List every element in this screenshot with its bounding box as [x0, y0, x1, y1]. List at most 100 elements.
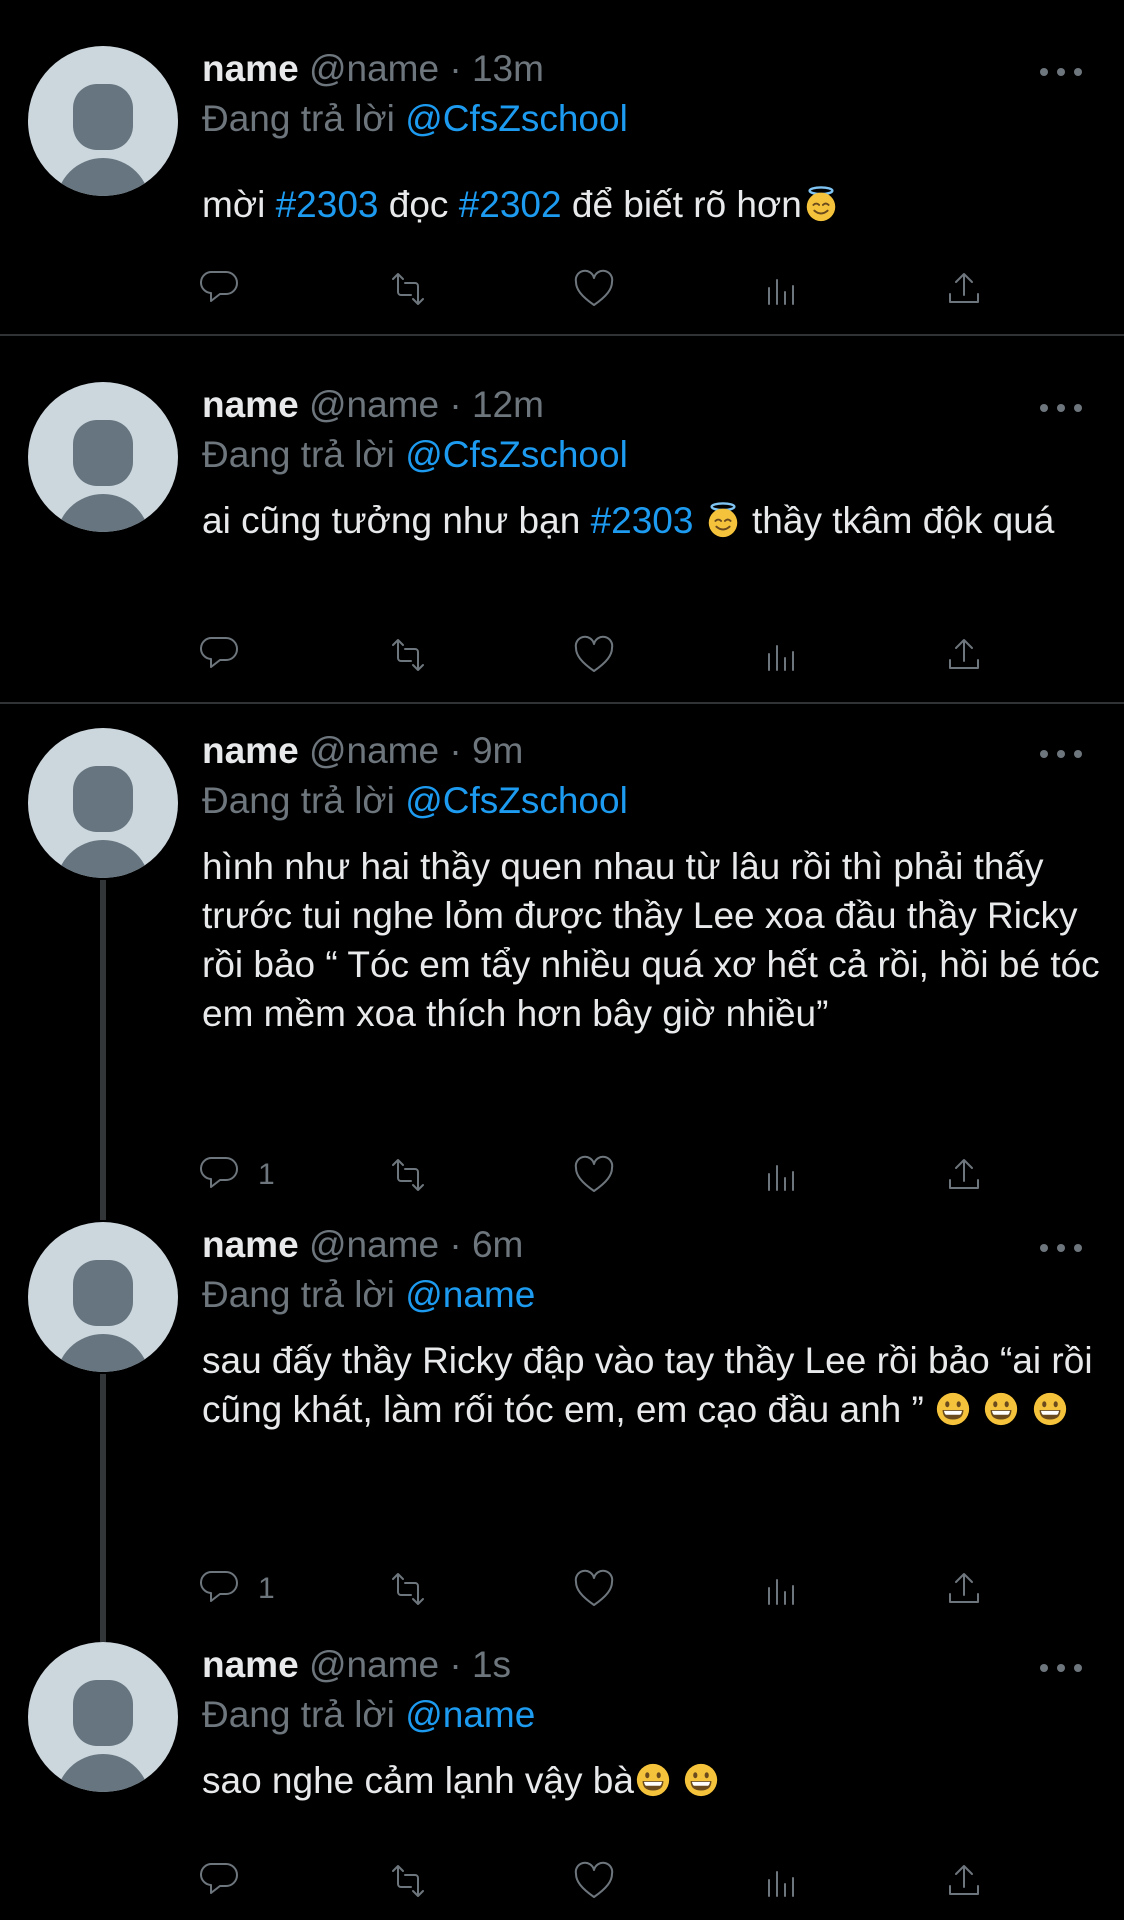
timestamp[interactable]: 6m — [472, 1224, 523, 1265]
speech-bubble-icon — [200, 270, 238, 302]
more-dots-icon[interactable] — [1040, 1240, 1084, 1256]
separator-dot: · — [449, 48, 462, 89]
retweet-button[interactable] — [385, 1564, 431, 1614]
hashtag-link[interactable]: #2302 — [459, 184, 562, 225]
share-button[interactable] — [941, 264, 987, 314]
thread-connector-line — [100, 880, 106, 1220]
replying-to-handle-link[interactable]: @name — [405, 1694, 535, 1735]
tweet-text: hình như hai thầy quen nhau từ lâu rồi t… — [202, 842, 1102, 1038]
heart-icon — [574, 635, 614, 672]
tweet-header: name @name · 12m — [202, 382, 544, 428]
display-name[interactable]: name — [202, 1644, 299, 1685]
tweet[interactable]: name @name · 1s Đang trả lời @name sao ngh… — [0, 1634, 1124, 1920]
more-dot — [1074, 68, 1082, 76]
avatar-head-shape — [73, 84, 133, 150]
reply-count: 1 — [258, 1572, 275, 1605]
tweet-text-segment: sao nghe cảm lạnh vậy bà — [202, 1760, 634, 1801]
share-upload-icon — [949, 1865, 979, 1895]
avatar-head-shape — [73, 766, 133, 832]
analytics-button[interactable] — [758, 1856, 804, 1906]
smiling-face-with-halo-emoji — [708, 502, 737, 538]
grinning-face-emoji — [937, 1392, 970, 1426]
more-dots-icon[interactable] — [1040, 1660, 1084, 1676]
like-button[interactable] — [571, 1564, 617, 1614]
tweet-text-segment: để biết rõ hơn — [561, 184, 802, 225]
tweet[interactable]: name @name · 6m Đang trả lời @name sau đấy… — [0, 1220, 1124, 1634]
analytics-button[interactable] — [758, 1150, 804, 1200]
reply-button[interactable] — [200, 264, 246, 314]
share-button[interactable] — [941, 1564, 987, 1614]
bar-chart-icon — [768, 279, 794, 305]
replying-to-handle-link[interactable]: @CfsZschool — [405, 780, 628, 821]
replying-to-label: Đang trả lời — [202, 780, 395, 821]
tweet[interactable]: name @name · 9m Đang trả lời @CfsZschool h… — [0, 704, 1124, 1220]
timestamp[interactable]: 1s — [472, 1644, 511, 1685]
share-button[interactable] — [941, 1150, 987, 1200]
replying-to-label: Đang trả lời — [202, 1694, 395, 1735]
replying-to-handle-link[interactable]: @CfsZschool — [405, 98, 628, 139]
tweet-text-segment: đọc — [378, 184, 459, 225]
user-handle: @name — [308, 48, 440, 89]
grinning-face-emoji — [636, 1763, 670, 1797]
more-dot — [1040, 404, 1048, 412]
tweet-actions — [0, 1856, 1124, 1906]
timestamp[interactable]: 12m — [472, 384, 544, 425]
replying-to: Đang trả lời @CfsZschool — [202, 432, 628, 478]
retweet-arrows-icon — [392, 639, 424, 671]
tweet[interactable]: name @name · 12m Đang trả lời @CfsZschool… — [0, 336, 1124, 702]
display-name[interactable]: name — [202, 730, 299, 771]
avatar[interactable] — [28, 46, 178, 196]
more-dot — [1074, 404, 1082, 412]
more-dots-icon[interactable] — [1040, 746, 1084, 762]
timestamp[interactable]: 9m — [472, 730, 523, 771]
more-dot — [1057, 1244, 1065, 1252]
timestamp[interactable]: 13m — [472, 48, 544, 89]
avatar[interactable] — [28, 382, 178, 532]
like-button[interactable] — [571, 1150, 617, 1200]
analytics-button[interactable] — [758, 1564, 804, 1614]
more-dots-icon[interactable] — [1040, 400, 1084, 416]
display-name[interactable]: name — [202, 384, 299, 425]
analytics-button[interactable] — [758, 630, 804, 680]
tweet[interactable]: name @name · 13m Đang trả lời @CfsZschool… — [0, 0, 1124, 334]
grinning-face-emoji — [1033, 1392, 1066, 1426]
avatar[interactable] — [28, 728, 178, 878]
tweet-text-segment: hình như hai thầy quen nhau từ lâu rồi t… — [202, 846, 1100, 1034]
user-handle: @name — [308, 384, 440, 425]
share-button[interactable] — [941, 1856, 987, 1906]
share-upload-icon — [949, 1159, 979, 1189]
replying-to-handle-link[interactable]: @name — [405, 1274, 535, 1315]
reply-button[interactable] — [200, 1856, 246, 1906]
retweet-arrows-icon — [392, 273, 424, 305]
like-button[interactable] — [571, 264, 617, 314]
replying-to-label: Đang trả lời — [202, 1274, 395, 1315]
retweet-button[interactable] — [385, 630, 431, 680]
like-button[interactable] — [571, 630, 617, 680]
avatar-head-shape — [73, 1260, 133, 1326]
tweet-text: ai cũng tưởng như bạn #2303 thầy tkâm độ… — [202, 496, 1102, 545]
tweet-actions — [0, 264, 1124, 314]
analytics-button[interactable] — [758, 264, 804, 314]
share-upload-icon — [949, 1573, 979, 1603]
like-button[interactable] — [571, 1856, 617, 1906]
display-name[interactable]: name — [202, 1224, 299, 1265]
share-button[interactable] — [941, 630, 987, 680]
tweet-text-segment — [672, 1760, 682, 1801]
separator-dot: · — [449, 384, 462, 425]
avatar[interactable] — [28, 1642, 178, 1792]
reply-button[interactable] — [200, 630, 246, 680]
reply-button[interactable]: 1 — [200, 1564, 275, 1614]
tweet-actions: 1 — [0, 1150, 1124, 1200]
retweet-button[interactable] — [385, 1150, 431, 1200]
display-name[interactable]: name — [202, 48, 299, 89]
hashtag-link[interactable]: #2303 — [276, 184, 379, 225]
hashtag-link[interactable]: #2303 — [591, 500, 694, 541]
retweet-button[interactable] — [385, 264, 431, 314]
avatar[interactable] — [28, 1222, 178, 1372]
more-dots-icon[interactable] — [1040, 64, 1084, 80]
replying-to-handle-link[interactable]: @CfsZschool — [405, 434, 628, 475]
retweet-button[interactable] — [385, 1856, 431, 1906]
reply-button[interactable]: 1 — [200, 1150, 275, 1200]
bar-chart-icon — [768, 1165, 794, 1191]
more-dot — [1040, 1664, 1048, 1672]
